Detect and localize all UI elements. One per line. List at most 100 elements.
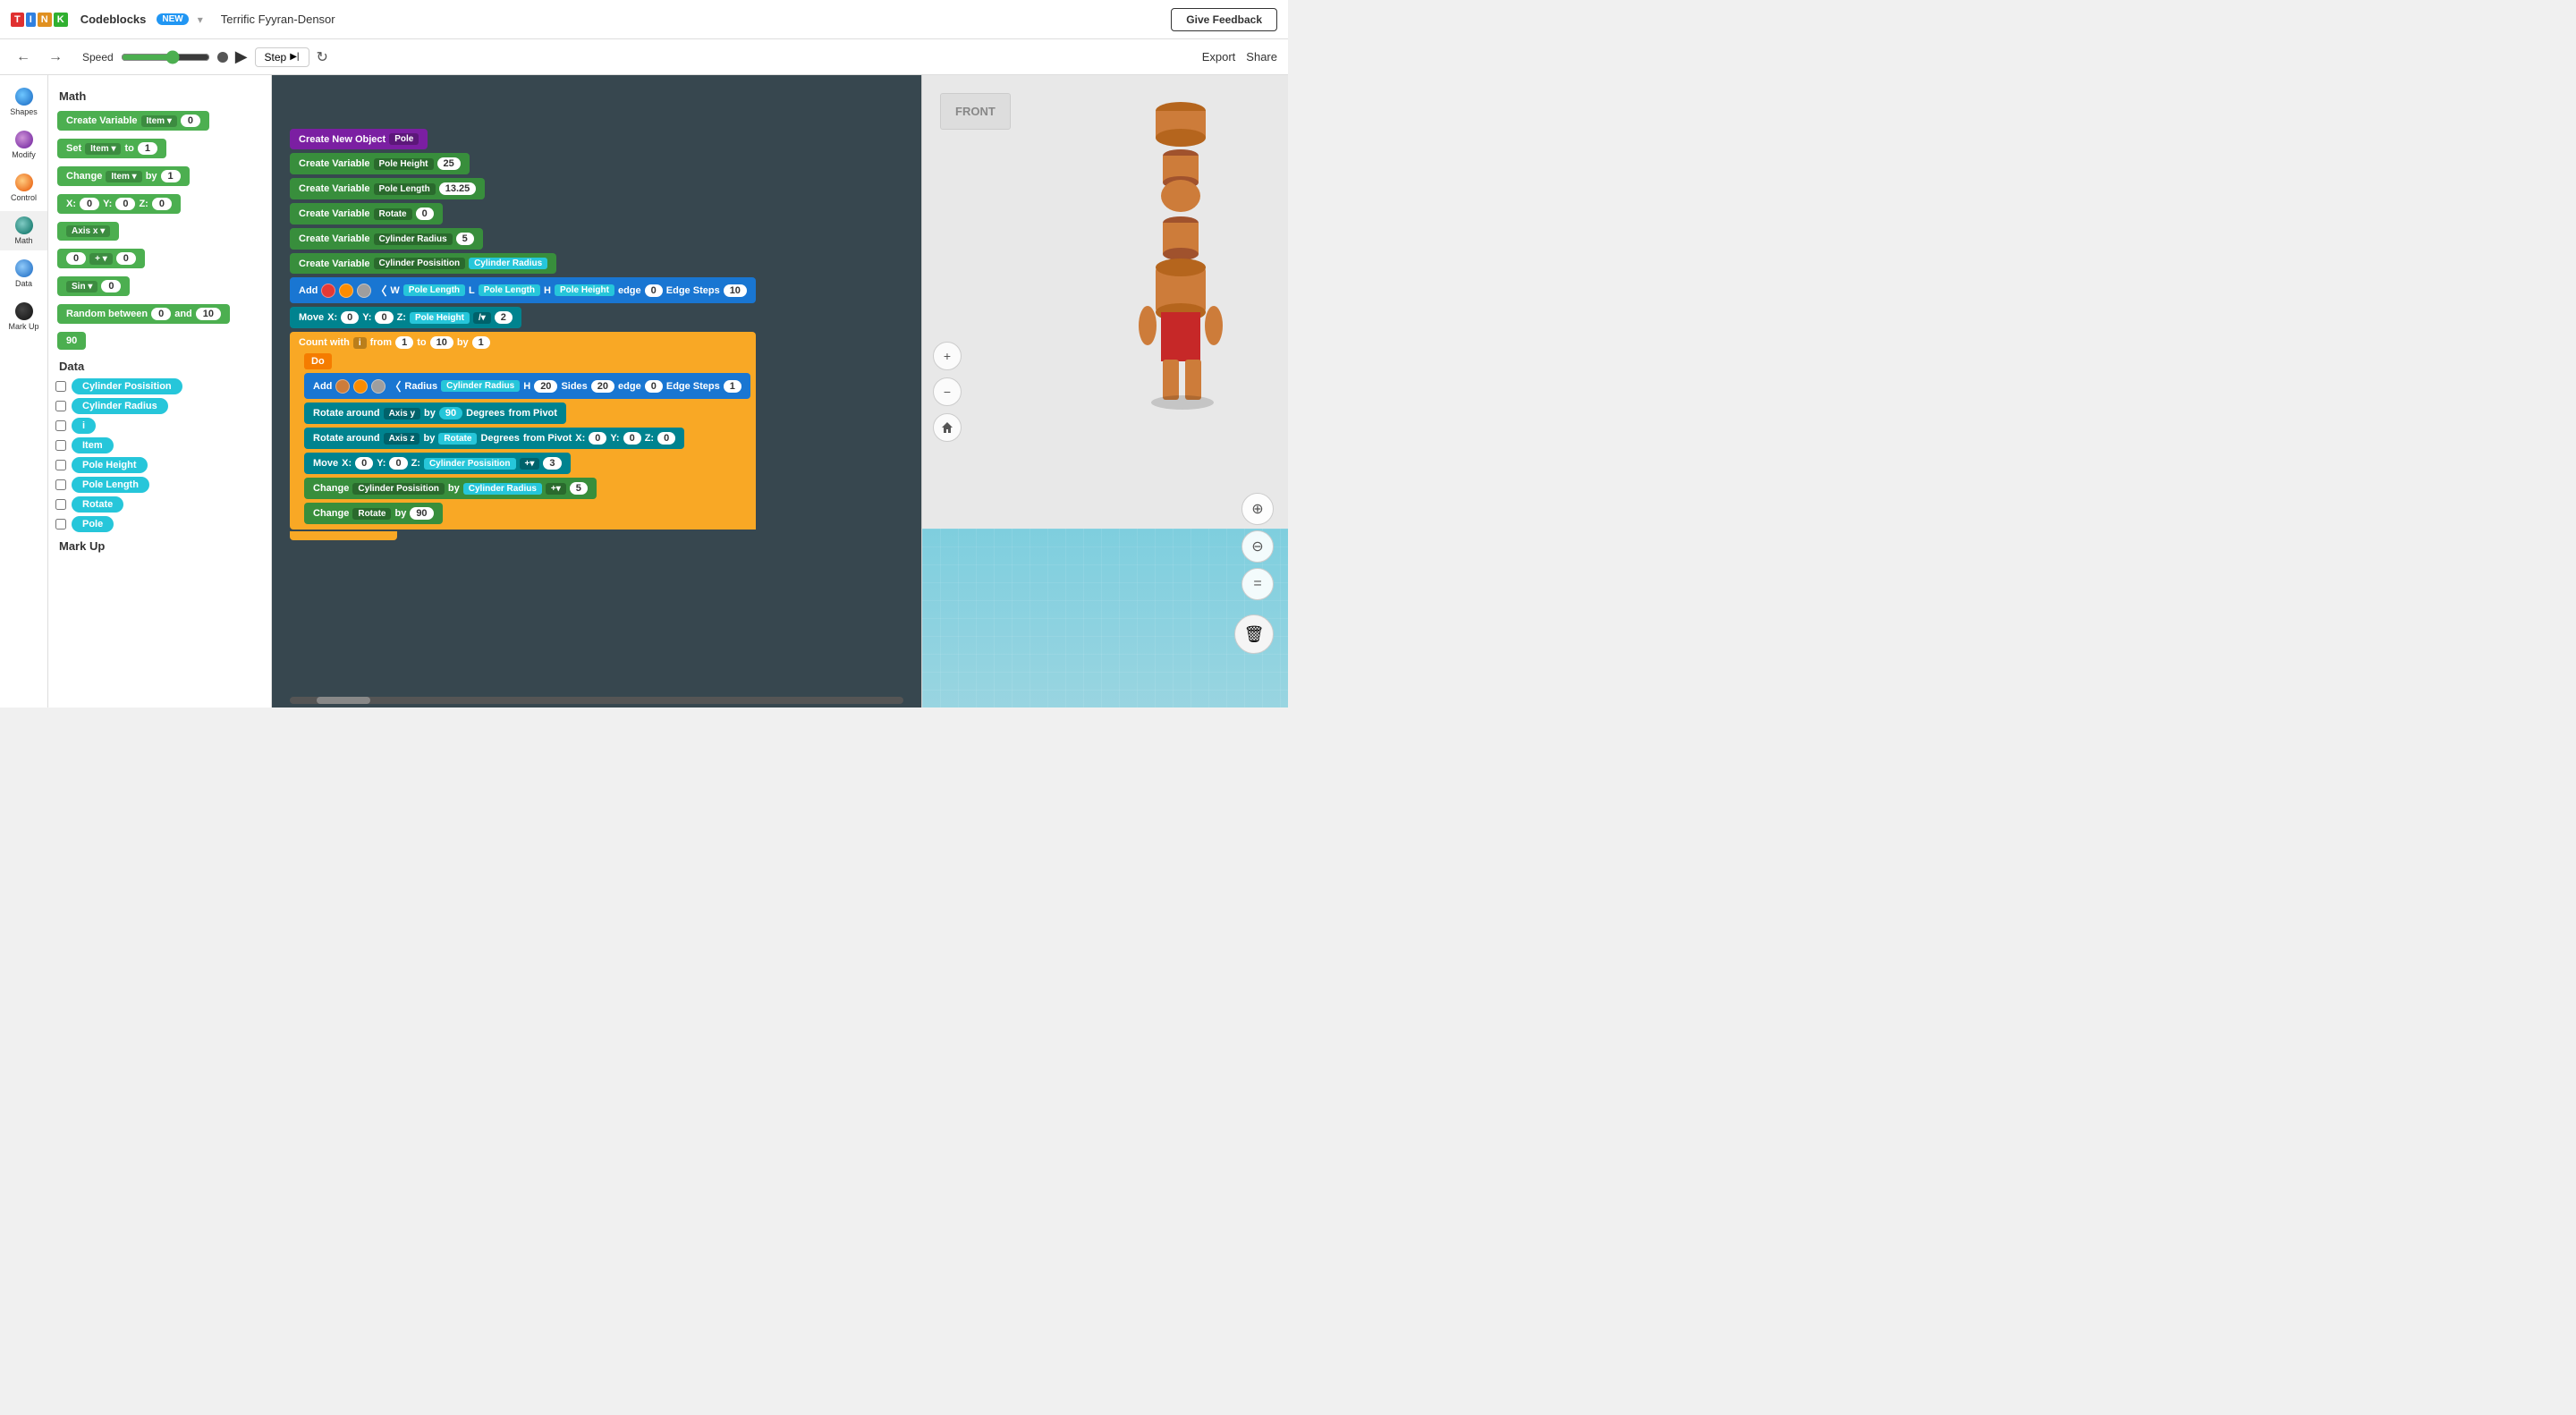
trash-button[interactable]: 🗑	[1234, 614, 1274, 654]
do-label-row: Do	[304, 353, 756, 369]
change1-block[interactable]: Change Cylinder Posisition by Cylinder R…	[304, 478, 756, 499]
viewport-grid	[922, 529, 1288, 708]
cv-rotate-block[interactable]: Create Variable Rotate 0	[290, 203, 756, 225]
give-feedback-button[interactable]: Give Feedback	[1171, 8, 1277, 31]
project-title[interactable]: Terrific Fyyran-Densor	[221, 13, 335, 26]
pole-checkbox[interactable]	[55, 519, 66, 530]
back-button[interactable]: ←	[11, 47, 36, 67]
cv-cyl-pos-block[interactable]: Create Variable Cylinder Posisition Cyli…	[290, 253, 756, 274]
rotate-checkbox[interactable]	[55, 499, 66, 510]
i-checkbox[interactable]	[55, 420, 66, 431]
rotate1-block[interactable]: Rotate around Axis y by 90 Degrees from …	[304, 402, 756, 424]
set-var-dropdown[interactable]: Item ▾	[85, 143, 121, 155]
ninety-block[interactable]: 90	[55, 329, 264, 352]
share-button[interactable]: Share	[1246, 50, 1277, 64]
app-name: Codeblocks	[80, 13, 147, 26]
sidebar-item-modify[interactable]: Modify	[0, 125, 47, 165]
move1-block[interactable]: Move X: 0 Y: 0 Z: Pole Height /▾ 2	[290, 307, 756, 328]
cylinder-pos-pill[interactable]: Cylinder Posisition	[72, 378, 182, 394]
rotate2-block[interactable]: Rotate around Axis z by Rotate Degrees f…	[304, 428, 756, 449]
speed-slider[interactable]	[121, 50, 210, 64]
sin-dropdown[interactable]: Sin ▾	[66, 281, 97, 292]
create-variable-block[interactable]: Create Variable Item ▾ 0	[55, 108, 264, 133]
op-dropdown[interactable]: + ▾	[89, 253, 113, 265]
change-var-dropdown[interactable]: Item ▾	[106, 171, 141, 182]
change2-var-dropdown[interactable]: Rotate	[352, 508, 391, 520]
zoom-out-button[interactable]: ⊖	[1241, 530, 1274, 563]
step-button[interactable]: Step ▶|	[255, 47, 309, 67]
math-op-block[interactable]: 0 + ▾ 0	[55, 246, 264, 271]
xyz-block[interactable]: X: 0 Y: 0 Z: 0	[55, 191, 264, 216]
count-var-dropdown[interactable]: i	[353, 337, 367, 349]
reset-button[interactable]: ↻	[317, 48, 328, 66]
move2-op-dropdown[interactable]: +▾	[520, 458, 540, 470]
cv4-var-dropdown[interactable]: Cylinder Radius	[374, 233, 453, 245]
data-label: Data	[15, 279, 32, 288]
home-3d-button[interactable]	[933, 413, 962, 442]
pole-length-checkbox[interactable]	[55, 479, 66, 490]
count-block[interactable]: Count with i from 1 to 10 by 1 Do	[290, 332, 756, 540]
cv3-var-dropdown[interactable]: Rotate	[374, 208, 412, 220]
play-button[interactable]: ▶	[235, 47, 248, 66]
cv5-var-dropdown[interactable]: Cylinder Posisition	[374, 258, 466, 269]
add2-shape-orange	[353, 379, 368, 394]
move1-op-dropdown[interactable]: /▾	[473, 312, 491, 324]
i-pill[interactable]: i	[72, 418, 96, 434]
cv-pole-length-block[interactable]: Create Variable Pole Length 13.25	[290, 178, 756, 199]
cv2-var-dropdown[interactable]: Pole Length	[374, 183, 436, 195]
change1-var-dropdown[interactable]: Cylinder Posisition	[352, 483, 445, 495]
front-label: FRONT	[940, 93, 1011, 130]
pole-length-pill[interactable]: Pole Length	[72, 477, 149, 493]
rotate2-x: 0	[589, 432, 606, 445]
pole-height-checkbox[interactable]	[55, 460, 66, 470]
sidebar-item-markup[interactable]: Mark Up	[0, 297, 47, 336]
export-button[interactable]: Export	[1202, 50, 1236, 64]
sidebar-item-data[interactable]: Data	[0, 254, 47, 293]
cylinder-radius-pill[interactable]: Cylinder Radius	[72, 398, 168, 414]
add2-block[interactable]: Add 〈 Radius Cylinder Radius H 20 Sides …	[304, 373, 756, 399]
axis-dropdown[interactable]: Axis x ▾	[66, 225, 110, 237]
cv-cyl-radius-block[interactable]: Create Variable Cylinder Radius 5	[290, 228, 756, 250]
change1-op-dropdown[interactable]: +▾	[546, 483, 566, 495]
bottom-scrollbar-thumb[interactable]	[317, 697, 370, 704]
item-checkbox[interactable]	[55, 440, 66, 451]
sidebar-item-control[interactable]: Control	[0, 168, 47, 208]
cylinder-pos-checkbox[interactable]	[55, 381, 66, 392]
cv-pole-height-block[interactable]: Create Variable Pole Height 25	[290, 153, 756, 174]
add2-radius-label: Radius	[404, 381, 437, 392]
rotate1-axis-dropdown[interactable]: Axis y	[384, 408, 420, 419]
sin-block[interactable]: Sin ▾ 0	[55, 274, 264, 299]
object-type-dropdown[interactable]: Pole	[389, 133, 419, 145]
zoom-in-button[interactable]: ⊕	[1241, 493, 1274, 525]
move2-x: 0	[355, 457, 373, 470]
rotate-pill[interactable]: Rotate	[72, 496, 123, 513]
cv1-val: 25	[437, 157, 461, 170]
move2-block[interactable]: Move X: 0 Y: 0 Z: Cylinder Posisition +▾…	[304, 453, 756, 474]
pole-pill[interactable]: Pole	[72, 516, 114, 532]
data-section-title: Data	[59, 360, 264, 373]
pole-height-pill[interactable]: Pole Height	[72, 457, 148, 473]
fit-button[interactable]: =	[1241, 568, 1274, 600]
zoom-out-3d-button[interactable]: −	[933, 377, 962, 406]
item-dropdown[interactable]: Item ▾	[141, 115, 177, 127]
move1-z-ref: Pole Height	[410, 312, 470, 324]
add1-block[interactable]: Add 〈 W Pole Length L Pole Length H Pole…	[290, 277, 756, 303]
change2-block[interactable]: Change Rotate by 90	[304, 503, 756, 524]
cylinder-radius-checkbox[interactable]	[55, 401, 66, 411]
count-to-label: to	[417, 337, 426, 348]
change-block[interactable]: Change Item ▾ by 1	[55, 164, 264, 189]
rotate2-axis-dropdown[interactable]: Axis z	[384, 433, 420, 445]
zoom-in-3d-button[interactable]: +	[933, 342, 962, 370]
cv1-var-dropdown[interactable]: Pole Height	[374, 158, 434, 170]
sidebar-item-math[interactable]: Math	[0, 211, 47, 250]
item-pill[interactable]: Item	[72, 437, 114, 453]
set-block[interactable]: Set Item ▾ to 1	[55, 136, 264, 161]
sidebar-item-shapes[interactable]: Shapes	[0, 82, 47, 122]
random-block[interactable]: Random between 0 and 10	[55, 301, 264, 326]
canvas-area[interactable]: Create New Object Pole Create Variable P…	[272, 75, 1288, 708]
create-new-object-block[interactable]: Create New Object Pole	[290, 129, 756, 149]
forward-button[interactable]: →	[43, 47, 68, 67]
new-badge: NEW	[157, 13, 188, 25]
axis-block[interactable]: Axis x ▾	[55, 219, 264, 243]
dropdown-icon[interactable]: ▾	[198, 13, 203, 26]
